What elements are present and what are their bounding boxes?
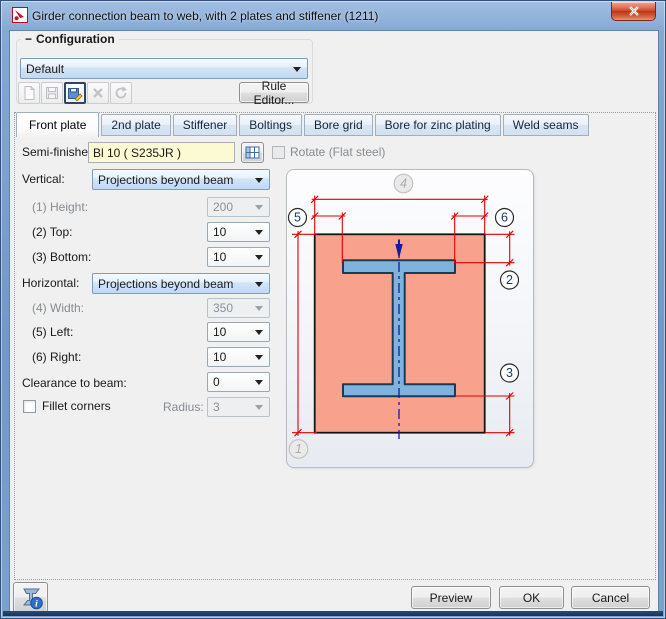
- tab-boltings[interactable]: Boltings: [239, 114, 302, 136]
- table-icon: [245, 146, 261, 160]
- tab-stiffener[interactable]: Stiffener: [173, 114, 237, 136]
- vertical-mode-select[interactable]: Projections beyond beam: [92, 169, 270, 190]
- ok-button[interactable]: OK: [499, 586, 564, 609]
- svg-text:2: 2: [506, 273, 513, 287]
- chevron-down-icon: [255, 178, 263, 183]
- rotate-checkbox: [272, 146, 285, 159]
- fillet-corners-checkbox[interactable]: [23, 400, 36, 413]
- close-button[interactable]: [611, 2, 656, 21]
- width-label: (4) Width:: [32, 301, 84, 315]
- bottom-label: (3) Bottom:: [32, 250, 91, 264]
- save-config-button: [41, 82, 63, 104]
- radius-label: Radius:: [163, 400, 204, 414]
- cancel-button[interactable]: Cancel: [571, 586, 650, 609]
- dialog-window: Girder connection beam to web, with 2 pl…: [0, 0, 666, 619]
- bottom-select[interactable]: 10: [207, 247, 270, 267]
- preview-button[interactable]: Preview: [411, 586, 491, 609]
- height-label: (1) Height:: [32, 200, 88, 214]
- chevron-down-icon: [255, 306, 263, 311]
- chevron-down-icon: [255, 255, 263, 260]
- refresh-config-button: [110, 82, 132, 104]
- chevron-down-icon: [255, 205, 263, 210]
- fillet-corners-label: Fillet corners: [42, 399, 111, 413]
- top-label: (2) Top:: [32, 225, 72, 239]
- chevron-down-icon: [293, 67, 301, 72]
- semi-finished-field[interactable]: Bl 10 ( S235JR ): [88, 142, 235, 163]
- svg-text:1: 1: [295, 442, 302, 456]
- window-bottom-edge: [3, 611, 663, 616]
- configuration-selected-value: Default: [26, 62, 64, 76]
- marker-4: 4: [394, 174, 413, 193]
- configuration-select[interactable]: Default: [20, 58, 308, 79]
- chevron-down-icon: [255, 282, 263, 287]
- horizontal-label: Horizontal:: [22, 276, 79, 290]
- left-label: (5) Left:: [32, 325, 73, 339]
- tab-strip: Front plate 2nd plate Stiffener Boltings…: [16, 112, 591, 137]
- chevron-down-icon: [255, 405, 263, 410]
- delete-config-button: [87, 82, 109, 104]
- beam-info-icon: i: [18, 586, 44, 610]
- left-select[interactable]: 10: [207, 322, 270, 342]
- save-icon: [44, 85, 60, 101]
- rule-editor-button[interactable]: Rule Editor...: [239, 82, 309, 103]
- tab-bore-grid[interactable]: Bore grid: [304, 114, 373, 136]
- new-document-icon: [21, 85, 37, 101]
- marker-2: 2: [501, 271, 519, 289]
- dialog-client-area: −Configuration Default: [9, 30, 659, 612]
- title-bar[interactable]: Girder connection beam to web, with 2 pl…: [1, 1, 665, 30]
- beam-info-button[interactable]: i: [13, 582, 48, 613]
- chevron-down-icon: [255, 355, 263, 360]
- right-select[interactable]: 10: [207, 347, 270, 367]
- right-label: (6) Right:: [32, 350, 81, 364]
- svg-text:i: i: [35, 600, 38, 610]
- save-as-config-button[interactable]: [64, 82, 86, 104]
- tab-bore-for-zinc-plating[interactable]: Bore for zinc plating: [375, 114, 501, 136]
- window-title: Girder connection beam to web, with 2 pl…: [32, 9, 378, 23]
- new-config-button: [18, 82, 40, 104]
- chevron-down-icon: [255, 380, 263, 385]
- height-select: 200: [207, 197, 270, 217]
- clearance-select[interactable]: 0: [207, 372, 270, 392]
- semi-finished-label: Semi-finishe: [22, 145, 88, 159]
- top-select[interactable]: 10: [207, 222, 270, 242]
- radius-select: 3: [207, 397, 270, 417]
- app-icon: [12, 7, 28, 23]
- tab-weld-seams[interactable]: Weld seams: [503, 114, 589, 136]
- svg-text:4: 4: [400, 177, 407, 191]
- tab-front-plate[interactable]: Front plate: [16, 112, 99, 137]
- collapse-toggle[interactable]: −: [25, 32, 32, 46]
- svg-text:5: 5: [294, 211, 301, 225]
- browse-profile-button[interactable]: [241, 142, 264, 163]
- delete-icon: [90, 85, 106, 101]
- plate-diagram: 4 5 6 2 3: [287, 170, 535, 469]
- vertical-label: Vertical:: [22, 172, 65, 186]
- svg-text:6: 6: [501, 211, 508, 225]
- configuration-legend: −Configuration: [21, 32, 119, 46]
- save-edit-icon: [67, 85, 83, 101]
- marker-6: 6: [496, 209, 514, 227]
- refresh-icon: [113, 85, 129, 101]
- tab-2nd-plate[interactable]: 2nd plate: [101, 114, 170, 136]
- clearance-label: Clearance to beam:: [22, 376, 127, 390]
- horizontal-mode-select[interactable]: Projections beyond beam: [92, 273, 270, 294]
- svg-text:3: 3: [506, 366, 513, 380]
- preview-diagram-panel: 4 5 6 2 3: [286, 169, 534, 468]
- width-select: 350: [207, 298, 270, 318]
- close-icon: [628, 6, 640, 16]
- marker-5: 5: [289, 209, 307, 227]
- rotate-label: Rotate (Flat steel): [290, 145, 385, 159]
- marker-1: 1: [289, 440, 308, 459]
- marker-3: 3: [501, 364, 519, 382]
- chevron-down-icon: [255, 230, 263, 235]
- chevron-down-icon: [255, 330, 263, 335]
